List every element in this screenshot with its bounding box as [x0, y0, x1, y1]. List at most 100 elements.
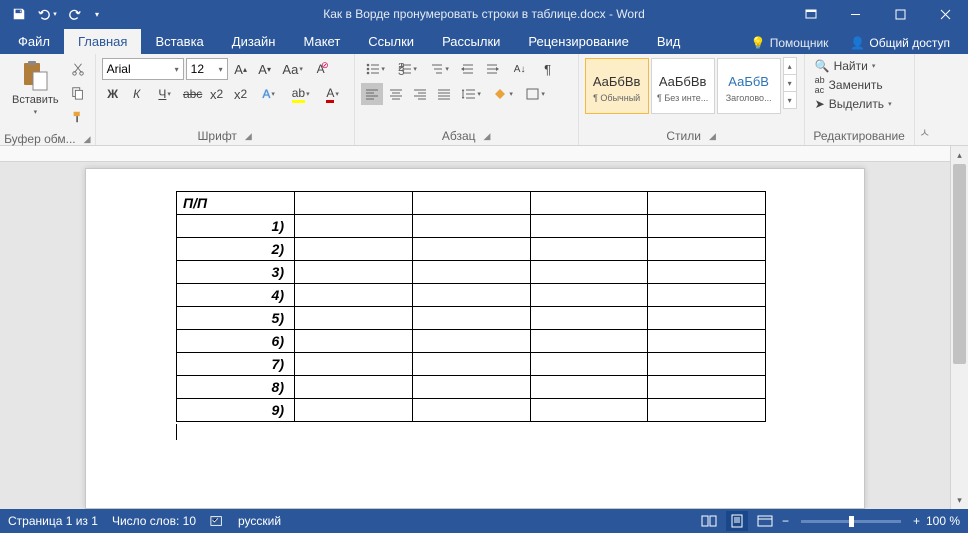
table-cell[interactable]: 2): [177, 238, 295, 261]
collapse-ribbon-button[interactable]: ㅅ: [915, 54, 935, 145]
table-cell[interactable]: [295, 399, 413, 422]
table-cell[interactable]: [530, 284, 648, 307]
table-cell[interactable]: [412, 261, 530, 284]
minimize-button[interactable]: [833, 0, 878, 28]
zoom-out-button[interactable]: −: [782, 514, 789, 528]
select-button[interactable]: ➤Выделить▾: [811, 96, 896, 112]
font-name-combo[interactable]: Arial▾: [102, 58, 184, 80]
table-cell[interactable]: 9): [177, 399, 295, 422]
table-cell[interactable]: [648, 353, 766, 376]
table-cell[interactable]: 6): [177, 330, 295, 353]
table-cell[interactable]: [530, 376, 648, 399]
paste-button[interactable]: Вставить ▾: [6, 58, 65, 118]
vertical-scrollbar[interactable]: ▴ ▾: [950, 146, 968, 509]
table-cell[interactable]: [648, 330, 766, 353]
italic-button[interactable]: К: [126, 83, 148, 105]
bullets-button[interactable]: ▾: [361, 58, 391, 80]
table-cell[interactable]: 8): [177, 376, 295, 399]
styles-up[interactable]: ▴: [783, 57, 797, 75]
align-right-button[interactable]: [409, 83, 431, 105]
table-row[interactable]: 3): [177, 261, 766, 284]
shading-button[interactable]: ▾: [489, 83, 519, 105]
web-layout-button[interactable]: [754, 511, 776, 531]
tab-home[interactable]: Главная: [64, 29, 141, 54]
sort-button[interactable]: A↓: [505, 58, 535, 80]
print-layout-button[interactable]: [726, 511, 748, 531]
table-cell[interactable]: П/П: [177, 192, 295, 215]
table-cell[interactable]: [295, 353, 413, 376]
table-row[interactable]: 5): [177, 307, 766, 330]
tab-layout[interactable]: Макет: [289, 29, 354, 54]
borders-button[interactable]: ▾: [521, 83, 551, 105]
copy-button[interactable]: [67, 82, 89, 104]
paragraph-launcher[interactable]: ◢: [484, 131, 491, 142]
table-cell[interactable]: [412, 238, 530, 261]
maximize-button[interactable]: [878, 0, 923, 28]
replace-button[interactable]: abacЗаменить: [811, 74, 887, 96]
grow-font-button[interactable]: A▴: [230, 58, 252, 80]
document-table[interactable]: П/П1)2)3)4)5)6)7)8)9): [176, 191, 766, 422]
table-cell[interactable]: [648, 261, 766, 284]
font-size-combo[interactable]: 12▾: [186, 58, 228, 80]
cut-button[interactable]: [67, 58, 89, 80]
scroll-track[interactable]: [951, 164, 968, 491]
table-cell[interactable]: 7): [177, 353, 295, 376]
table-cell[interactable]: [295, 330, 413, 353]
change-case-button[interactable]: Aa▾: [278, 58, 308, 80]
table-cell[interactable]: [295, 215, 413, 238]
tell-me[interactable]: 💡Помощник: [743, 32, 837, 54]
scroll-thumb[interactable]: [953, 164, 966, 364]
clear-formatting-button[interactable]: A⊘: [310, 58, 332, 80]
proofing-button[interactable]: [210, 514, 224, 528]
share-button[interactable]: 👤Общий доступ: [842, 32, 958, 54]
scroll-down[interactable]: ▾: [951, 491, 968, 509]
font-color-button[interactable]: A▾: [318, 83, 348, 105]
table-cell[interactable]: [530, 353, 648, 376]
zoom-level[interactable]: 100 %: [926, 514, 960, 528]
style-item-0[interactable]: АаБбВв¶ Обычный: [585, 58, 649, 114]
clipboard-launcher[interactable]: ◢: [84, 134, 91, 145]
page-status[interactable]: Страница 1 из 1: [8, 514, 98, 528]
tab-view[interactable]: Вид: [643, 29, 695, 54]
table-cell[interactable]: [412, 376, 530, 399]
line-spacing-button[interactable]: ▾: [457, 83, 487, 105]
tab-insert[interactable]: Вставка: [141, 29, 217, 54]
tab-design[interactable]: Дизайн: [218, 29, 290, 54]
table-cell[interactable]: [295, 238, 413, 261]
ribbon-display-options[interactable]: [788, 0, 833, 28]
page[interactable]: П/П1)2)3)4)5)6)7)8)9): [85, 168, 865, 509]
highlight-button[interactable]: ab▾: [286, 83, 316, 105]
table-cell[interactable]: 3): [177, 261, 295, 284]
table-row[interactable]: П/П: [177, 192, 766, 215]
table-cell[interactable]: [412, 284, 530, 307]
language-status[interactable]: русский: [238, 514, 281, 528]
strikethrough-button[interactable]: abc: [182, 83, 204, 105]
table-cell[interactable]: [295, 307, 413, 330]
numbering-button[interactable]: 123▾: [393, 58, 423, 80]
table-cell[interactable]: [648, 238, 766, 261]
table-row[interactable]: 2): [177, 238, 766, 261]
table-cell[interactable]: [412, 192, 530, 215]
multilevel-list-button[interactable]: ▾: [425, 58, 455, 80]
decrease-indent-button[interactable]: [457, 58, 479, 80]
redo-button[interactable]: [62, 2, 88, 26]
table-cell[interactable]: 1): [177, 215, 295, 238]
horizontal-ruler[interactable]: [0, 146, 950, 162]
table-cell[interactable]: [295, 192, 413, 215]
table-cell[interactable]: [530, 307, 648, 330]
page-container[interactable]: П/П1)2)3)4)5)6)7)8)9): [0, 146, 950, 509]
close-button[interactable]: [923, 0, 968, 28]
shrink-font-button[interactable]: A▾: [254, 58, 276, 80]
increase-indent-button[interactable]: [481, 58, 503, 80]
table-cell[interactable]: [412, 330, 530, 353]
table-cell[interactable]: [530, 261, 648, 284]
superscript-button[interactable]: x2: [230, 83, 252, 105]
show-marks-button[interactable]: ¶: [537, 58, 559, 80]
table-cell[interactable]: [530, 330, 648, 353]
table-cell[interactable]: [295, 261, 413, 284]
table-row[interactable]: 7): [177, 353, 766, 376]
table-cell[interactable]: 4): [177, 284, 295, 307]
styles-launcher[interactable]: ◢: [709, 131, 716, 142]
find-button[interactable]: 🔍Найти▾: [811, 58, 880, 74]
tab-mailings[interactable]: Рассылки: [428, 29, 514, 54]
